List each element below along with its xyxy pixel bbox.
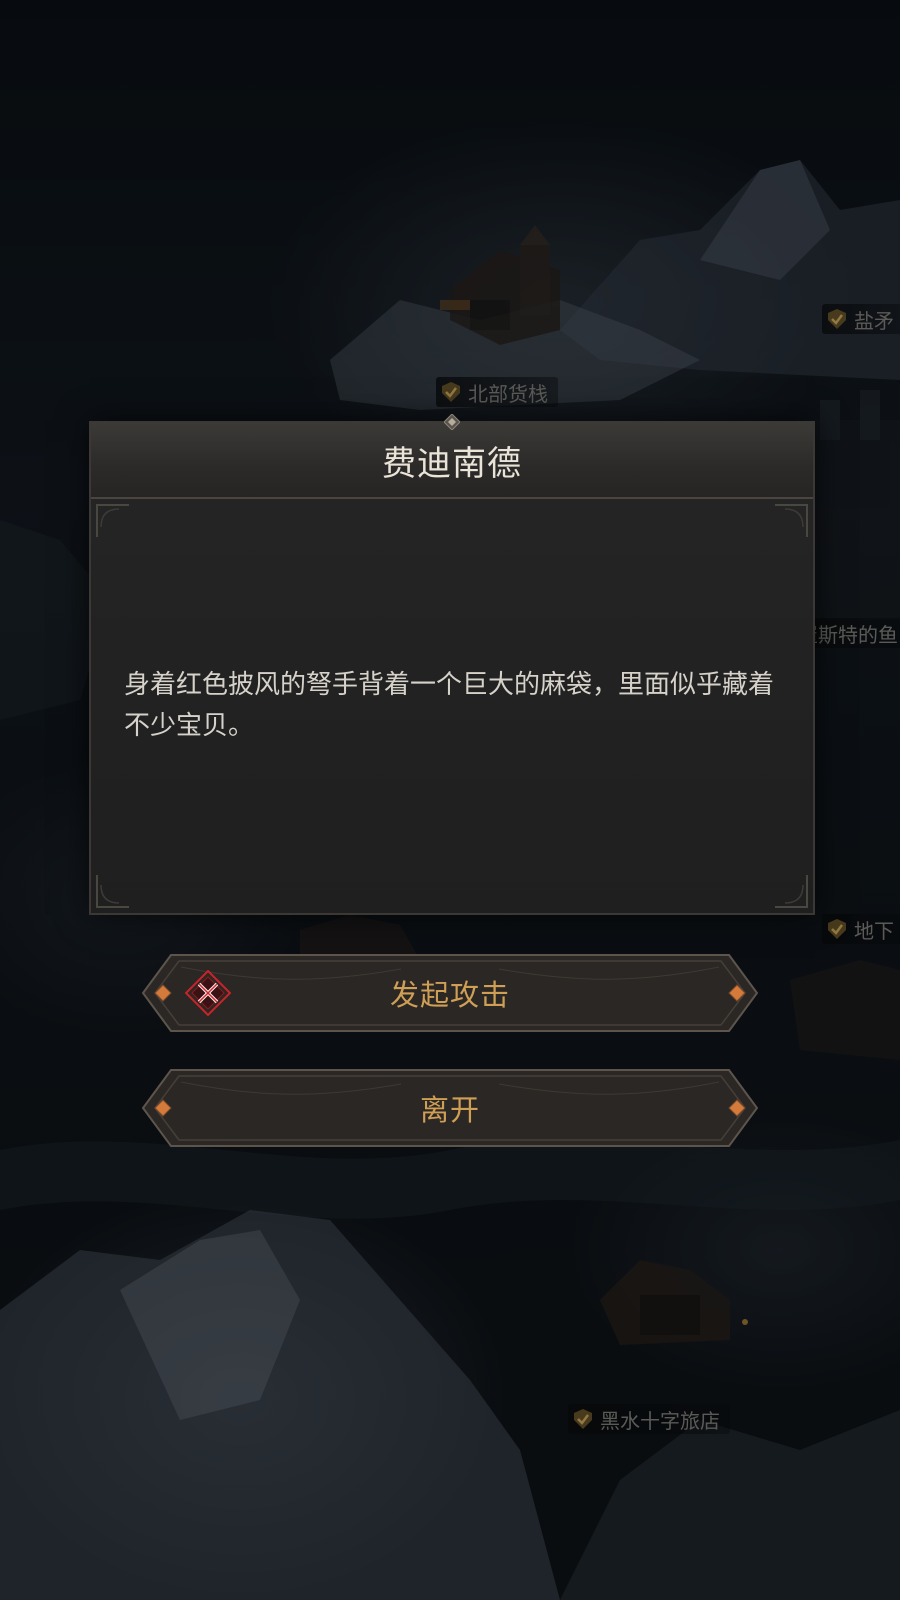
- leave-button[interactable]: 离开: [141, 1068, 759, 1148]
- corner-ornament-icon: [775, 875, 808, 908]
- encounter-dialog: 费迪南德 身着红色披风的弩手背着一个巨大的麻袋，里面似乎藏着不少宝贝。: [89, 414, 815, 915]
- game-screen: 北部货栈 盐矛 崔斯特的鱼 地下 黑水十字旅店 费迪南德 身着红色披风的弩手背着…: [0, 0, 900, 1600]
- dialog-header: 费迪南德: [91, 414, 813, 499]
- corner-ornament-icon: [96, 504, 129, 537]
- corner-ornament-icon: [96, 875, 129, 908]
- corner-ornament-icon: [775, 504, 808, 537]
- dialog-body: 身着红色披风的弩手背着一个巨大的麻袋，里面似乎藏着不少宝贝。: [91, 499, 813, 913]
- leave-button-label: 离开: [419, 1093, 480, 1127]
- diamond-ornament-icon: [444, 414, 460, 430]
- attack-button-label: 发起攻击: [389, 978, 510, 1012]
- dialog-description: 身着红色披风的弩手背着一个巨大的麻袋，里面似乎藏着不少宝贝。: [124, 670, 775, 741]
- dialog-title: 费迪南德: [382, 443, 522, 484]
- attack-button[interactable]: 发起攻击: [141, 953, 759, 1033]
